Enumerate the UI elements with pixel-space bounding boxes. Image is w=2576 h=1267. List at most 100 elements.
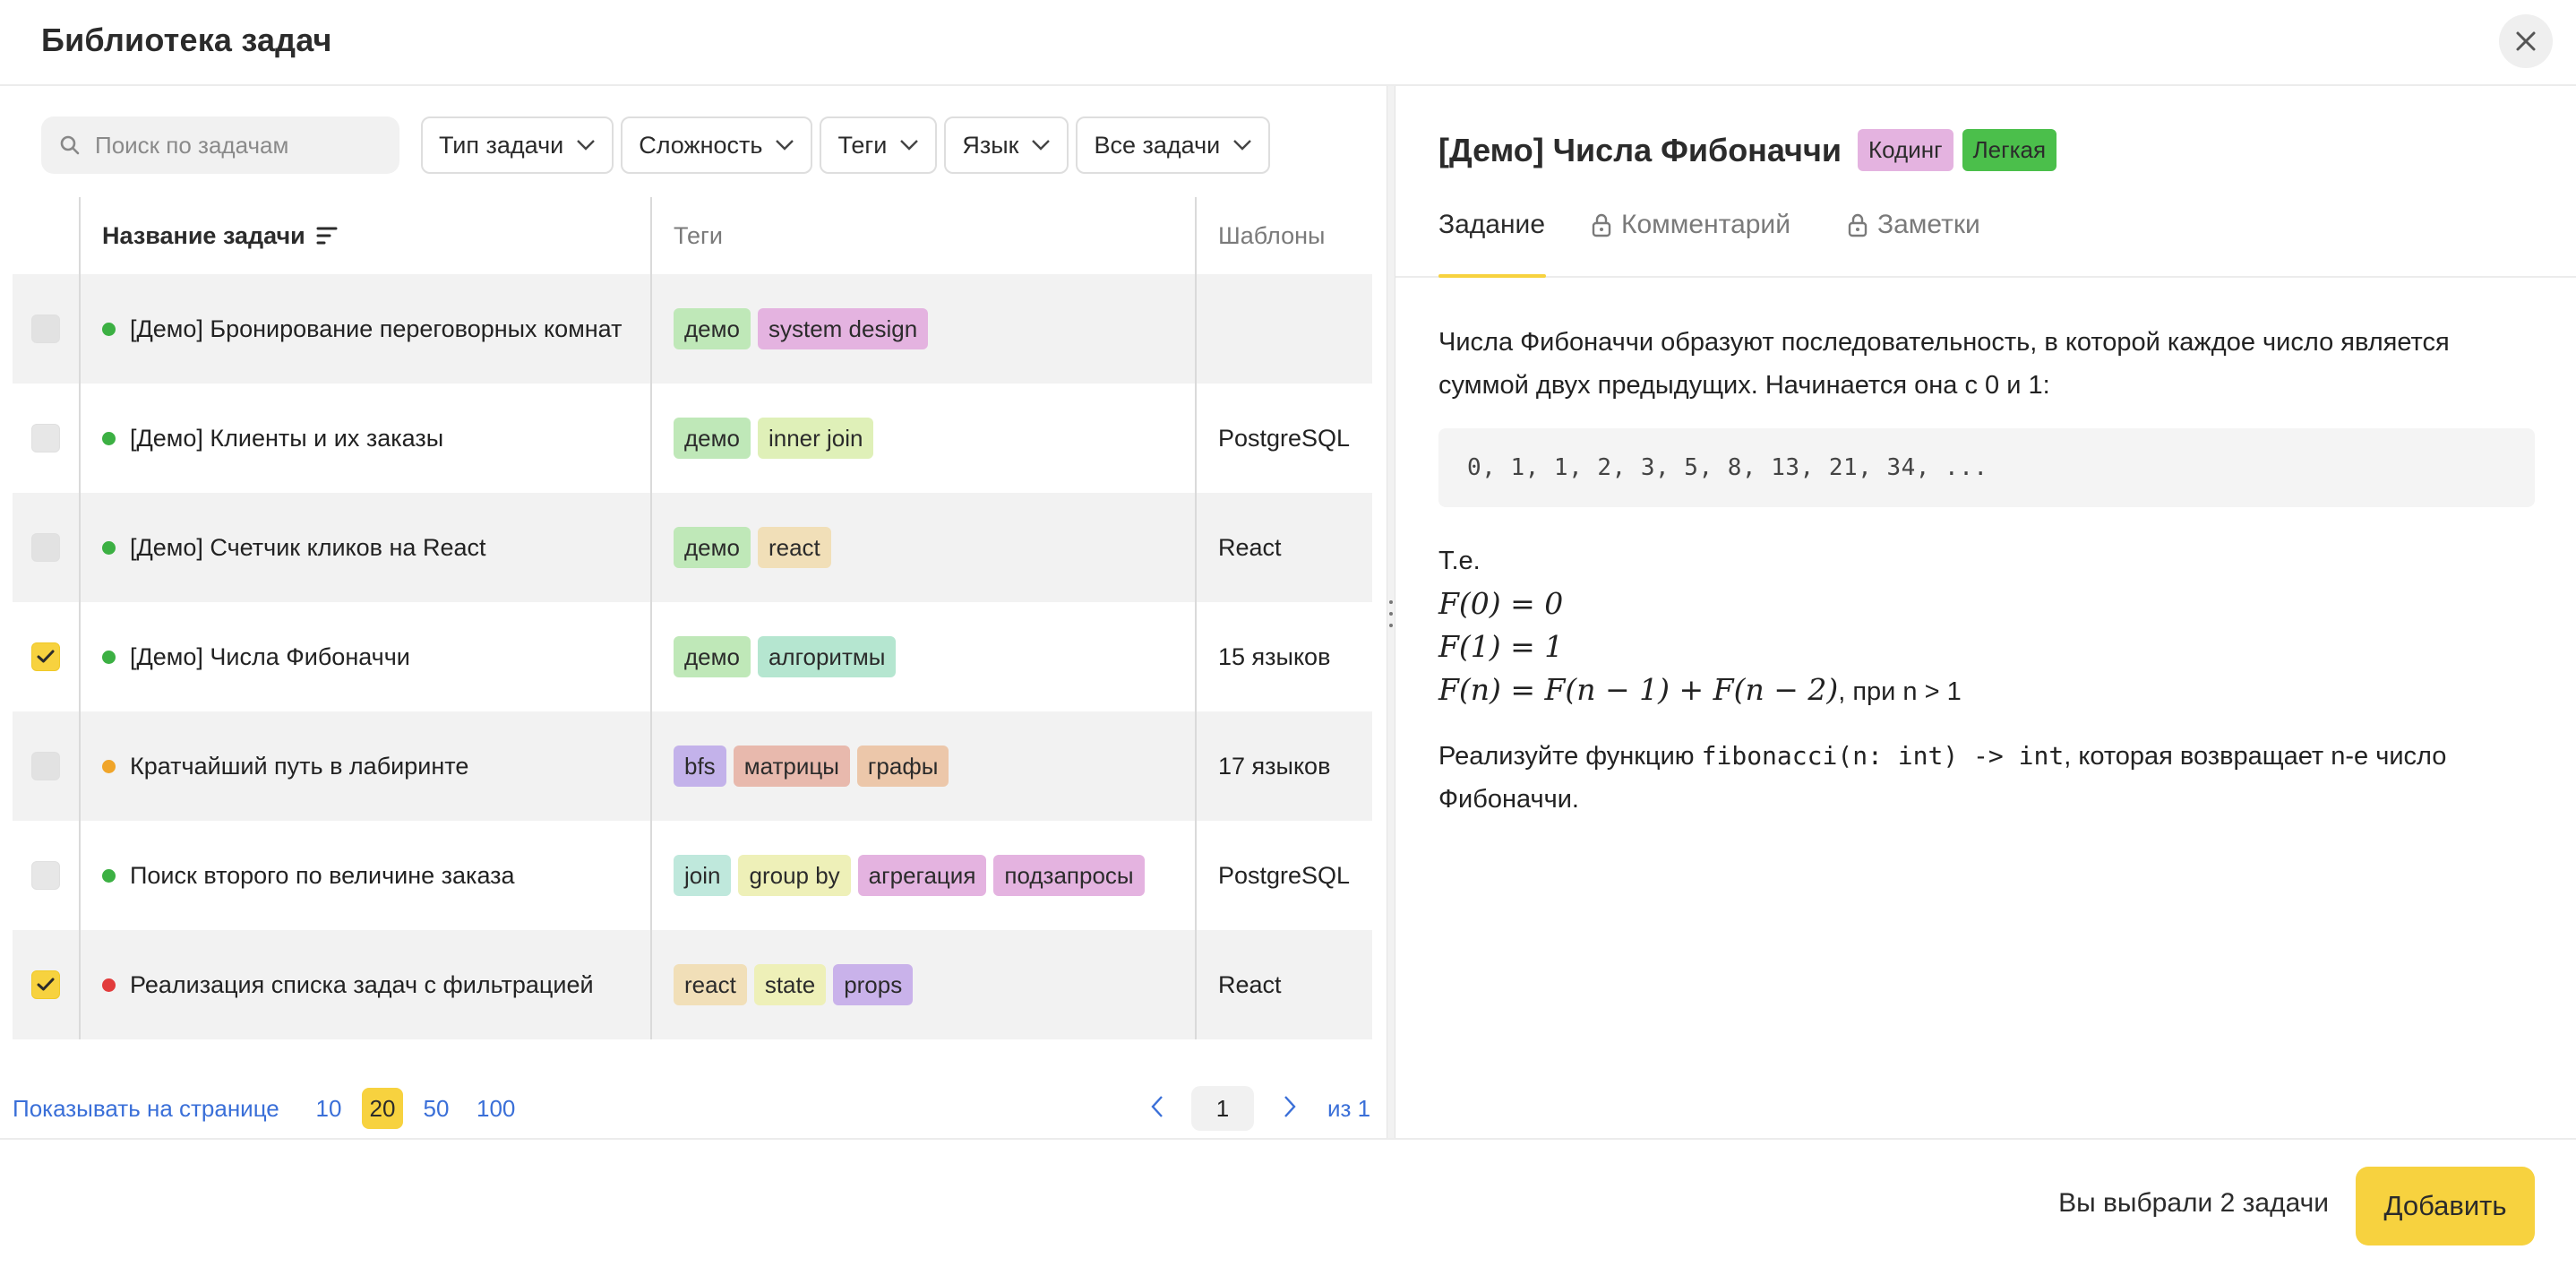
- tag-chip: group by: [738, 855, 851, 896]
- per-page-option[interactable]: 20: [362, 1088, 403, 1129]
- tag-chip: props: [833, 964, 914, 1005]
- row-name-cell: [Демо] Числа Фибоначчи: [81, 602, 652, 711]
- per-page-options: 10 20 50 100: [308, 1088, 522, 1129]
- tag-chip: агрегация: [857, 855, 987, 896]
- tag-chip: system design: [757, 308, 929, 349]
- column-header-name[interactable]: Название задачи: [81, 197, 652, 274]
- next-page-button[interactable]: [1283, 1095, 1297, 1123]
- lock-icon: [1848, 213, 1868, 237]
- status-dot-icon: [102, 431, 116, 445]
- row-tags-cell: демо алгоритмы: [652, 602, 1197, 711]
- row-checkbox[interactable]: [31, 315, 60, 343]
- modal-header: Библиотека задач: [0, 0, 2576, 86]
- filter-label: Все задачи: [1094, 131, 1221, 159]
- task-detail-panel: [Демо] Числа Фибоначчи Кодинг Легкая Зад…: [1395, 86, 2576, 1138]
- tab-label: Заметки: [1877, 210, 1980, 239]
- filter-label: Теги: [837, 131, 888, 159]
- search-icon: [60, 135, 80, 155]
- row-checkbox[interactable]: [31, 752, 60, 780]
- formula-f0: F(0) = 0: [1438, 586, 1564, 621]
- row-check-cell: [13, 821, 81, 930]
- task-name: [Демо] Бронирование переговорных комнат: [130, 315, 623, 342]
- row-template-cell: PostgreSQL: [1218, 424, 1351, 452]
- row-checkbox[interactable]: [31, 533, 60, 562]
- current-page[interactable]: 1: [1191, 1086, 1254, 1131]
- filter-task-type[interactable]: Тип задачи: [421, 116, 614, 174]
- search-input[interactable]: Поиск по задачам: [41, 116, 399, 174]
- table-row[interactable]: [Демо] Бронирование переговорных комнат д…: [13, 274, 1372, 384]
- description-te: Т.е.: [1438, 547, 1481, 575]
- row-check-cell: [13, 711, 81, 821]
- checkmark-icon: [37, 650, 55, 663]
- filter-all-tasks[interactable]: Все задачи: [1076, 116, 1271, 174]
- tag-chip: inner join: [757, 418, 874, 459]
- row-template-cell: React: [1218, 533, 1282, 561]
- table-row[interactable]: [Демо] Числа Фибоначчи демо алгоритмы 15 яз…: [13, 602, 1372, 711]
- table-row[interactable]: [Демо] Счетчик кликов на React демо react R…: [13, 493, 1372, 602]
- active-tab-indicator: [1438, 274, 1546, 278]
- row-checkbox[interactable]: [31, 970, 60, 999]
- row-checkbox[interactable]: [31, 642, 60, 671]
- task-name: [Демо] Счетчик кликов на React: [130, 533, 486, 561]
- tag-chip: подзапросы: [993, 855, 1145, 896]
- row-name-cell: Реализация списка задач с фильтрацией: [81, 930, 652, 1039]
- description-intro: Числа Фибоначчи образуют последовательно…: [1438, 328, 2450, 400]
- row-name-cell: [Демо] Счетчик кликов на React: [81, 493, 652, 602]
- column-header-templates: Шаблоны: [1218, 221, 1326, 249]
- table-row[interactable]: Реализация списка задач с фильтрацией rea…: [13, 930, 1372, 1039]
- filter-label: Язык: [962, 131, 1019, 159]
- lock-icon: [1592, 213, 1611, 237]
- tab-comment[interactable]: Комментарий: [1591, 210, 1790, 240]
- add-button[interactable]: Добавить: [2356, 1167, 2535, 1245]
- formula-f1: F(1) = 1: [1438, 629, 1564, 664]
- task-name: Кратчайший путь в лабиринте: [130, 752, 469, 780]
- tab-assignment[interactable]: Задание: [1438, 210, 1545, 240]
- row-template-cell: 15 языков: [1218, 642, 1331, 670]
- row-tags-cell: join group by агрегация подзапросы: [652, 821, 1197, 930]
- task-name: Поиск второго по величине заказа: [130, 861, 515, 889]
- table-row[interactable]: [Демо] Клиенты и их заказы демо inner join…: [13, 384, 1372, 493]
- status-dot-icon: [102, 868, 116, 883]
- chevron-left-icon: [1151, 1096, 1163, 1117]
- status-dot-icon: [102, 650, 116, 664]
- close-button[interactable]: [2499, 14, 2553, 68]
- tag-chip: алгоритмы: [757, 636, 897, 677]
- resize-grip-icon[interactable]: [1387, 600, 1395, 627]
- chevron-down-icon: [577, 140, 596, 151]
- chevron-down-icon: [900, 140, 919, 151]
- row-template-cell: 17 языков: [1218, 752, 1331, 780]
- table-row[interactable]: Кратчайший путь в лабиринте bfs матрицы гра…: [13, 711, 1372, 821]
- impl-prefix: Реализуйте функцию: [1438, 742, 1702, 771]
- tag-chip: демо: [674, 527, 751, 568]
- filter-difficulty[interactable]: Сложность: [621, 116, 813, 174]
- per-page-option[interactable]: 100: [469, 1088, 522, 1129]
- detail-tabs: Задание Комментарий Заметки: [1395, 185, 2576, 278]
- tab-label: Задание: [1438, 210, 1546, 239]
- prev-page-button[interactable]: [1150, 1095, 1164, 1123]
- chevron-down-icon: [1032, 140, 1051, 151]
- row-name-cell: [Демо] Клиенты и их заказы: [81, 384, 652, 493]
- badge-type: Кодинг: [1857, 129, 1953, 171]
- impl-signature: fibonacci(n: int) -> int: [1701, 741, 2065, 771]
- row-checkbox[interactable]: [31, 424, 60, 452]
- status-dot-icon: [102, 322, 116, 336]
- sort-icon[interactable]: [316, 226, 338, 246]
- tag-chip: bfs: [674, 746, 726, 787]
- per-page-option[interactable]: 10: [308, 1088, 349, 1129]
- row-tags-cell: демо inner join: [652, 384, 1197, 493]
- table-row[interactable]: Поиск второго по величине заказа join grou…: [13, 821, 1372, 930]
- filter-language[interactable]: Язык: [944, 116, 1069, 174]
- table-body: [Демо] Бронирование переговорных комнат д…: [13, 274, 1372, 1039]
- per-page-option[interactable]: 50: [416, 1088, 457, 1129]
- tag-chip: демо: [674, 308, 751, 349]
- tab-notes[interactable]: Заметки: [1847, 210, 1980, 240]
- row-name-cell: Поиск второго по величине заказа: [81, 821, 652, 930]
- filter-tags[interactable]: Теги: [820, 116, 938, 174]
- status-dot-icon: [102, 759, 116, 773]
- row-checkbox[interactable]: [31, 861, 60, 890]
- selected-count: Вы выбрали 2 задачи: [2058, 1188, 2329, 1218]
- table-header: Название задачи Теги Шаблоны: [13, 197, 1372, 274]
- task-heading: [Демо] Числа Фибоначчи Кодинг Легкая: [1438, 129, 2057, 171]
- task-table: Название задачи Теги Шаблоны [Демо] Брон…: [13, 197, 1372, 1039]
- task-name: [Демо] Числа Фибоначчи: [130, 642, 410, 670]
